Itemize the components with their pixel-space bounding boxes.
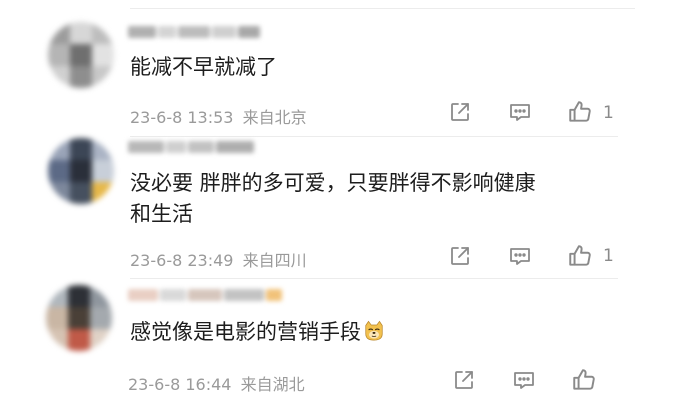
comment-text-line2: 和生活 <box>130 202 193 226</box>
share-icon <box>451 103 469 121</box>
comment-icon <box>510 104 530 121</box>
share-button[interactable] <box>450 366 478 394</box>
top-divider <box>130 8 635 9</box>
like-count: 1 <box>603 103 614 123</box>
share-icon <box>451 247 469 265</box>
comment-meta: 23-6-8 23:49 来自四川 <box>130 247 307 271</box>
reply-button[interactable] <box>506 242 534 270</box>
divider <box>130 278 618 279</box>
doge-emoji-icon <box>365 320 383 341</box>
avatar[interactable] <box>46 285 112 351</box>
comment-location: 来自湖北 <box>240 375 305 394</box>
username-blurred[interactable] <box>128 26 263 40</box>
like-count: 1 <box>603 246 614 266</box>
like-icon <box>569 101 591 122</box>
share-button[interactable] <box>446 242 474 270</box>
comment-icon <box>510 248 530 265</box>
divider <box>130 136 618 137</box>
comment-text: 感觉像是电影的营销手段 <box>130 317 385 348</box>
comment-location: 来自四川 <box>242 251 307 270</box>
comment-list: 能减不早就减了 23-6-8 13:53 来自北京 1 没必要 胖胖的多可爱，只… <box>0 0 700 412</box>
comment-meta: 23-6-8 16:44 来自湖北 <box>128 371 305 395</box>
like-icon <box>573 369 595 390</box>
avatar[interactable] <box>48 22 114 88</box>
like-icon <box>569 245 591 266</box>
comment-location: 来自北京 <box>242 108 307 127</box>
share-button[interactable] <box>446 98 474 126</box>
comment-text-content: 感觉像是电影的营销手段 <box>130 320 361 344</box>
comment-meta: 23-6-8 13:53 来自北京 <box>130 104 307 128</box>
reply-button[interactable] <box>506 98 534 126</box>
username-blurred[interactable] <box>128 289 298 303</box>
like-button[interactable] <box>566 242 594 270</box>
avatar[interactable] <box>48 138 114 204</box>
reply-button[interactable] <box>510 366 538 394</box>
share-icon <box>455 371 473 389</box>
username-blurred[interactable] <box>128 141 263 155</box>
like-button[interactable] <box>566 98 594 126</box>
comment-date: 23-6-8 16:44 <box>128 375 232 394</box>
comment-date: 23-6-8 13:53 <box>130 108 234 127</box>
comment-date: 23-6-8 23:49 <box>130 251 234 270</box>
like-button[interactable] <box>570 366 598 394</box>
comment-text-line1: 没必要 胖胖的多可爱，只要胖得不影响健康 <box>130 171 536 195</box>
comment-icon <box>514 372 534 389</box>
comment-text: 能减不早就减了 <box>130 55 277 79</box>
